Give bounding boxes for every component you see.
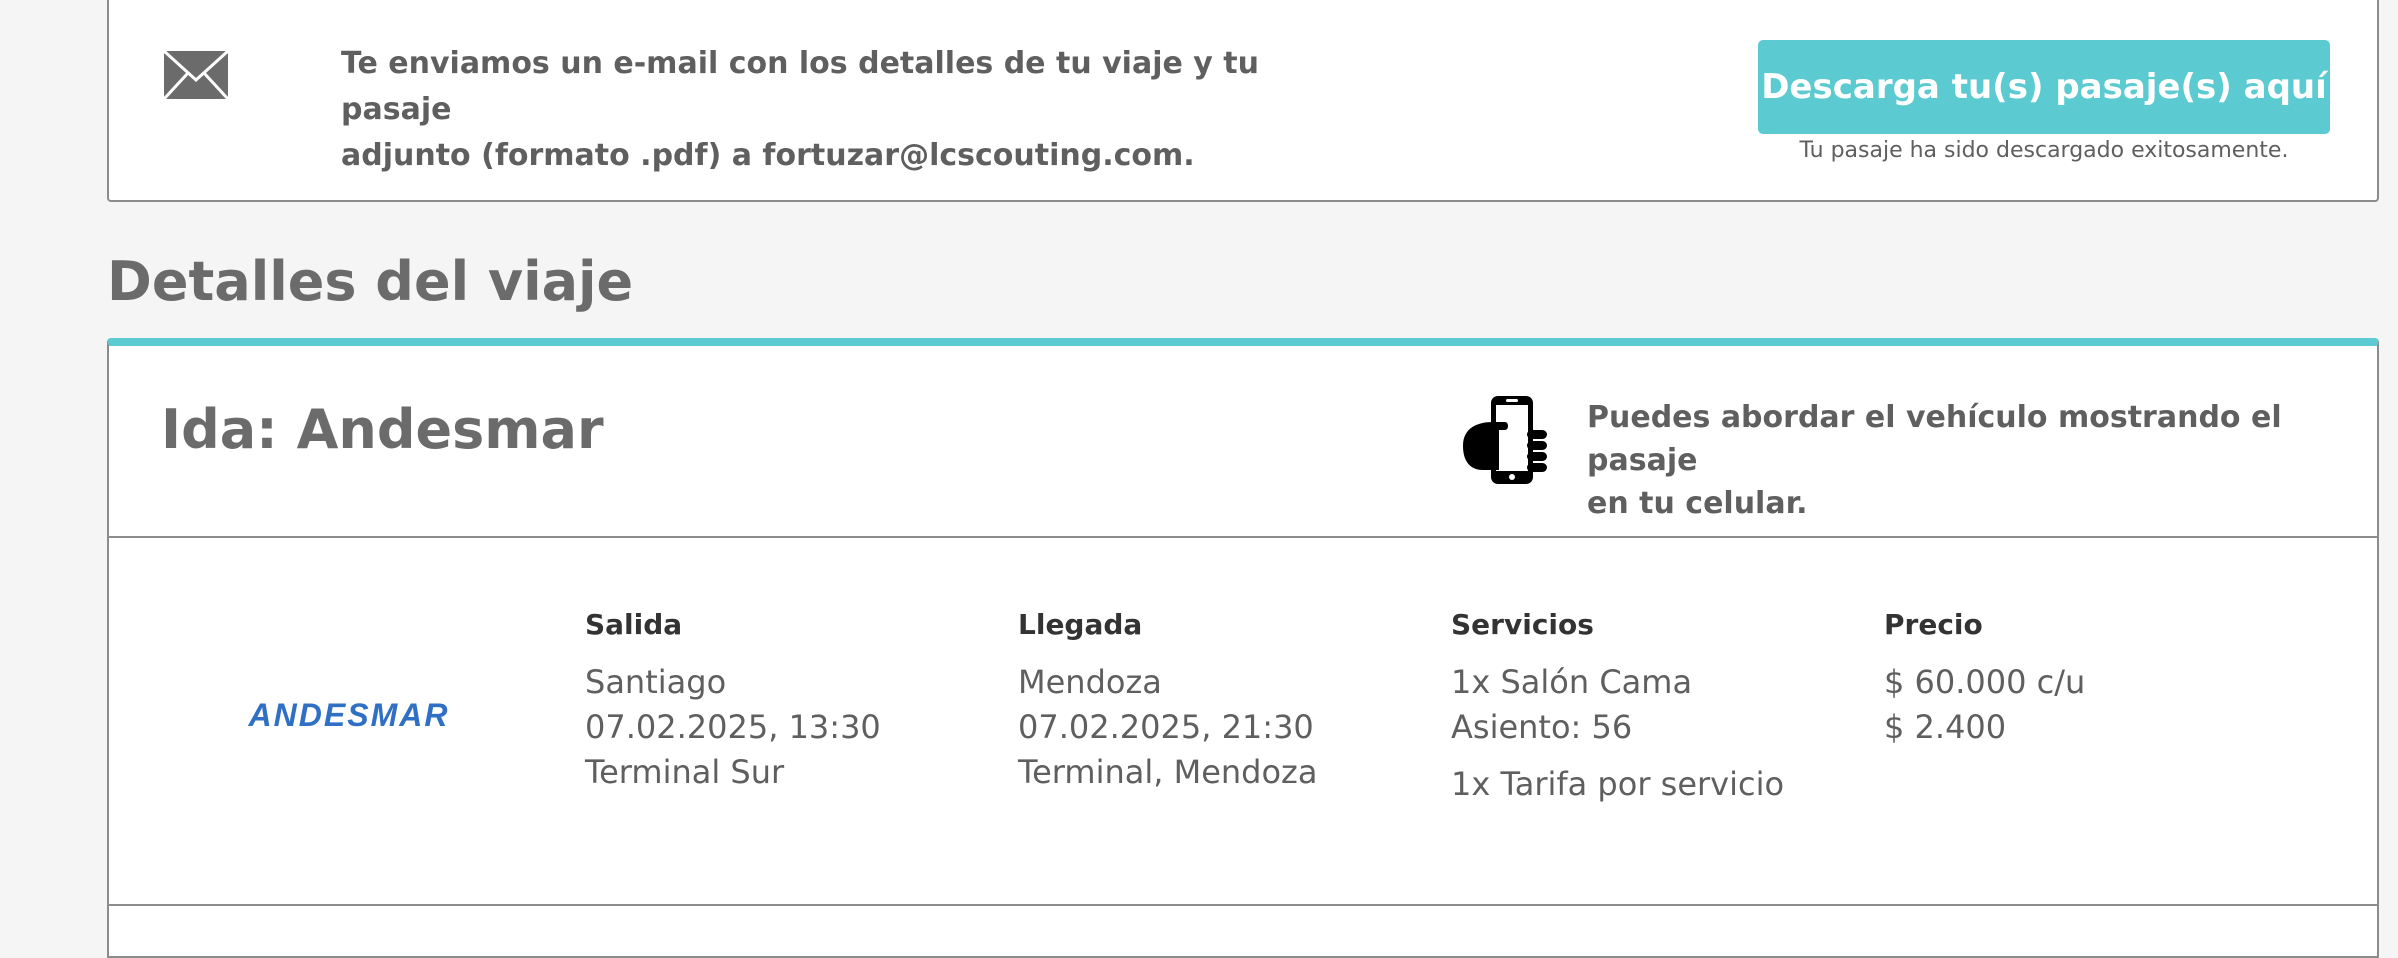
section-title: Detalles del viaje xyxy=(107,250,634,313)
services-column: Servicios 1x Salón Cama Asiento: 56 1x T… xyxy=(1451,608,1784,807)
svg-text:ANDESMAR: ANDESMAR xyxy=(248,698,450,732)
price-column: Precio $ 60.000 c/u $ 2.400 xyxy=(1884,608,2085,750)
email-notice-card: Te enviamos un e-mail con los detalles d… xyxy=(107,0,2379,202)
email-notice-line-2: adjunto (formato .pdf) a fortuzar@lcscou… xyxy=(341,138,1195,173)
mobile-phone-hand-icon xyxy=(1463,396,1547,484)
arrival-label: Llegada xyxy=(1018,608,1143,641)
mobile-note-line-2: en tu celular. xyxy=(1587,486,1808,521)
arrival-column: Llegada Mendoza 07.02.2025, 21:30 Termin… xyxy=(1018,608,1317,795)
trip-header: Ida: Andesmar Puedes abordar el vehículo… xyxy=(109,346,2377,538)
service-item: 1x Salón Cama xyxy=(1451,663,1693,701)
download-status-text: Tu pasaje ha sido descargado exitosament… xyxy=(1799,138,2289,163)
seat-item: Asiento: 56 xyxy=(1451,708,1633,746)
departure-label: Salida xyxy=(585,608,683,641)
trip-details: ANDESMAR Salida Santiago 07.02.2025, 13:… xyxy=(109,538,2377,906)
email-notice-line-1: Te enviamos un e-mail con los detalles d… xyxy=(341,46,1259,127)
departure-datetime: 07.02.2025, 13:30 xyxy=(585,708,881,746)
service-fee-item: 1x Tarifa por servicio xyxy=(1451,765,1785,803)
mobile-note-line-1: Puedes abordar el vehículo mostrando el … xyxy=(1587,400,2282,478)
trip-title: Ida: Andesmar xyxy=(161,398,604,461)
services-label: Servicios xyxy=(1451,608,1594,641)
ticket-price: $ 60.000 c/u xyxy=(1884,663,2086,701)
arrival-terminal: Terminal, Mendoza xyxy=(1018,753,1318,791)
price-label: Precio xyxy=(1884,608,1983,641)
arrival-city: Mendoza xyxy=(1018,663,1162,701)
company-logo: ANDESMAR xyxy=(248,698,450,732)
download-tickets-button[interactable]: Descarga tu(s) pasaje(s) aquí xyxy=(1758,40,2330,134)
mobile-boarding-note: Puedes abordar el vehículo mostrando el … xyxy=(1587,396,2317,525)
departure-column: Salida Santiago 07.02.2025, 13:30 Termin… xyxy=(585,608,881,795)
departure-terminal: Terminal Sur xyxy=(585,753,785,791)
departure-city: Santiago xyxy=(585,663,727,701)
service-fee-price: $ 2.400 xyxy=(1884,708,2007,746)
envelope-icon xyxy=(163,50,229,100)
trip-card: Ida: Andesmar Puedes abordar el vehículo… xyxy=(107,338,2379,958)
email-notice-text: Te enviamos un e-mail con los detalles d… xyxy=(341,41,1341,179)
arrival-datetime: 07.02.2025, 21:30 xyxy=(1018,708,1314,746)
